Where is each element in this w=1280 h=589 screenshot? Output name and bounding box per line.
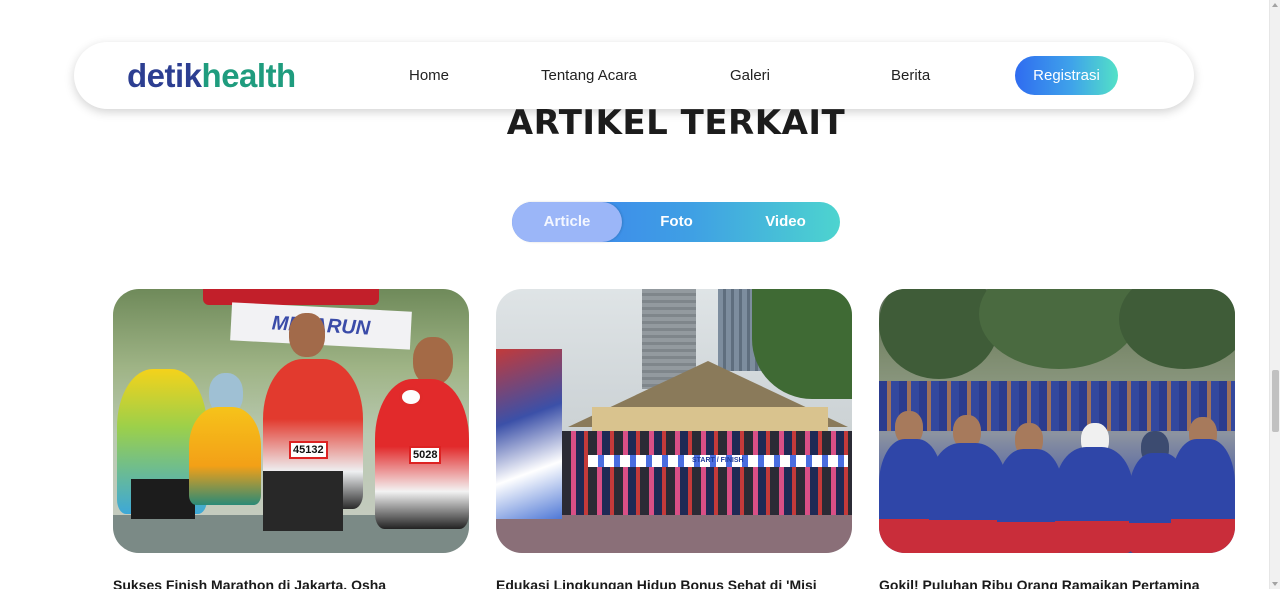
page-scrollbar[interactable] — [1269, 0, 1280, 589]
article-image[interactable]: METARUN 45132 5028 — [113, 289, 469, 553]
tree — [1119, 289, 1235, 369]
tree — [979, 289, 1139, 369]
runner-head — [289, 313, 325, 357]
navbar: detikhealth Home Tentang Acara Galeri Be… — [74, 42, 1194, 109]
runner-figure — [1171, 439, 1235, 553]
scroll-up-arrow-icon[interactable] — [1272, 3, 1278, 7]
nav-link-berita[interactable]: Berita — [891, 66, 930, 86]
tab-video[interactable]: Video — [731, 202, 840, 242]
runner-figure — [189, 407, 261, 505]
article-title[interactable]: Sukses Finish Marathon di Jakarta, Osha — [113, 575, 469, 589]
runner-figure — [1055, 447, 1133, 553]
tab-foto[interactable]: Foto — [622, 202, 731, 242]
runner-head — [413, 337, 453, 385]
content-type-tabs: Foto Video Article — [512, 202, 840, 242]
runner-figure — [997, 449, 1063, 553]
runner-shorts — [131, 479, 195, 519]
article-card[interactable]: Gokil! Puluhan Ribu Orang Ramaikan Perta… — [879, 289, 1235, 589]
runners-crowd — [879, 381, 1235, 431]
registrasi-button[interactable]: Registrasi — [1015, 56, 1118, 95]
detikhealth-logo[interactable]: detikhealth — [127, 56, 296, 96]
runners-crowd — [536, 431, 852, 515]
section-title: ARTIKEL TERKAIT — [506, 103, 846, 143]
scroll-down-arrow-icon[interactable] — [1272, 582, 1278, 586]
nav-link-home[interactable]: Home — [409, 66, 449, 86]
event-banner-top — [203, 289, 379, 305]
ground — [496, 515, 852, 553]
race-bib: 5028 — [409, 446, 442, 464]
logo-text-detik: detik — [127, 57, 202, 94]
logo-text-health: health — [201, 57, 297, 94]
megaphone-icon — [399, 387, 423, 407]
article-image[interactable]: START / FINISH — [496, 289, 852, 553]
article-card[interactable]: METARUN 45132 5028 Sukses Finish Maratho… — [113, 289, 469, 589]
scrollbar-thumb[interactable] — [1272, 370, 1279, 432]
nav-link-galeri[interactable]: Galeri — [730, 66, 770, 86]
runner-shorts — [263, 471, 343, 531]
ribbon-label: START / FINISH — [692, 457, 744, 464]
event-flag — [496, 349, 562, 519]
tab-article[interactable]: Article — [512, 202, 622, 242]
nav-link-tentang-acara[interactable]: Tentang Acara — [541, 66, 637, 86]
article-title[interactable]: Edukasi Lingkungan Hidup Bonus Sehat di … — [496, 575, 852, 589]
article-image[interactable] — [879, 289, 1235, 553]
runner-figure — [929, 443, 1007, 553]
race-bib: 45132 — [289, 441, 328, 459]
article-title[interactable]: Gokil! Puluhan Ribu Orang Ramaikan Perta… — [879, 575, 1235, 589]
article-card[interactable]: START / FINISH Edukasi Lingkungan Hidup … — [496, 289, 852, 589]
tent-lights — [592, 407, 828, 431]
